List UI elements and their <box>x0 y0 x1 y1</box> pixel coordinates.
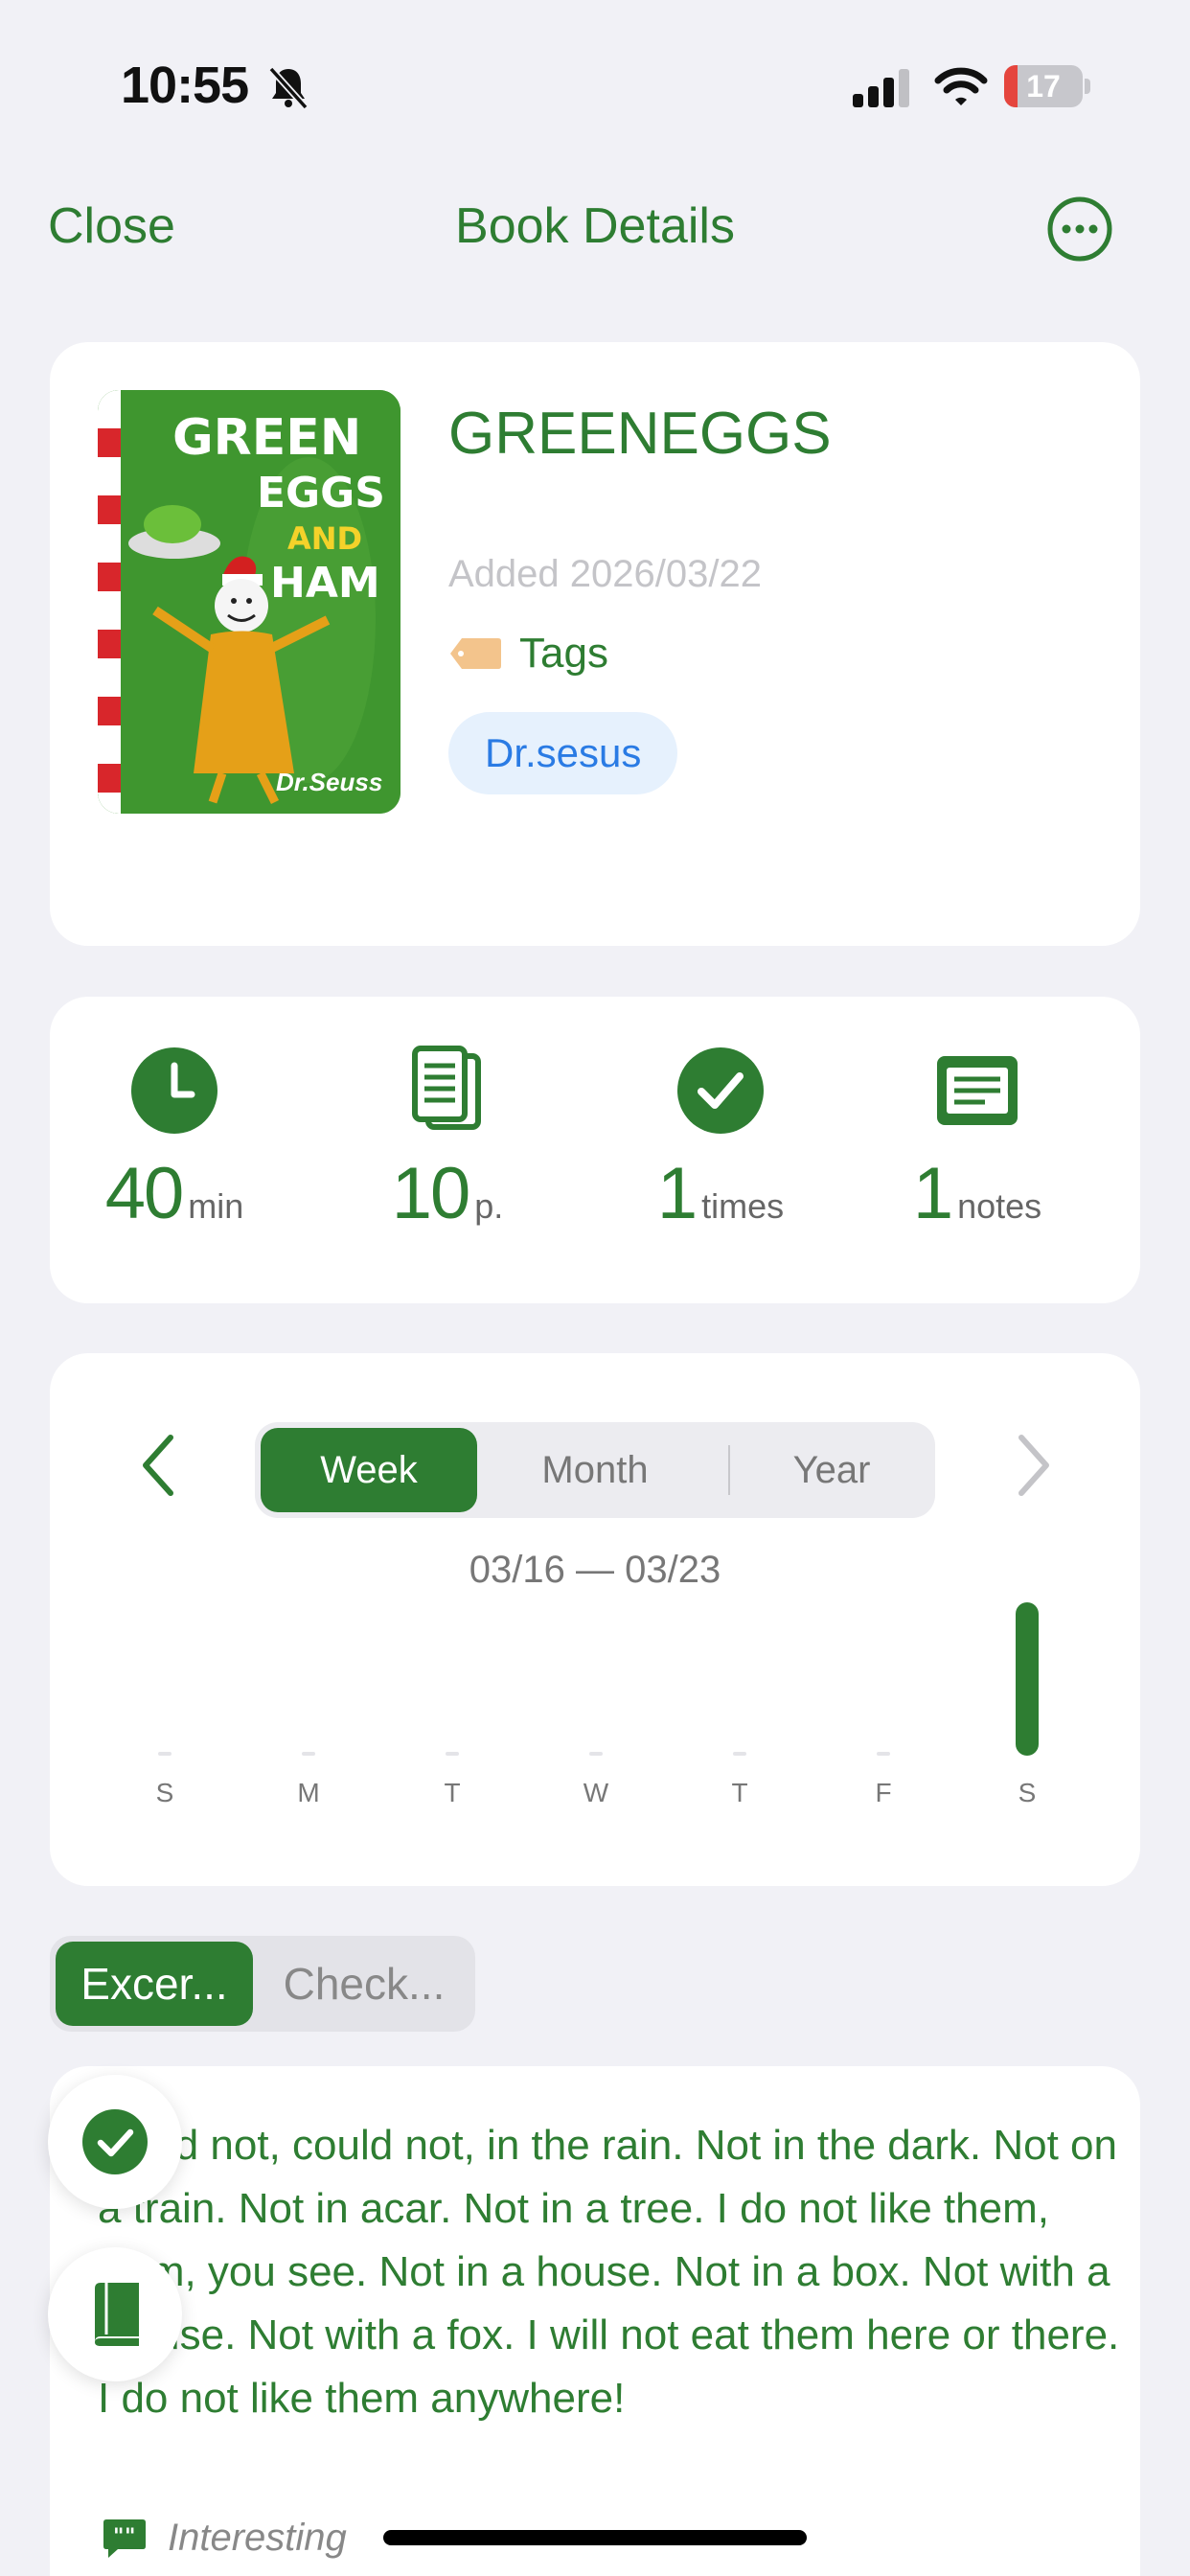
cover-title-line4: HAM <box>270 559 380 608</box>
chart-tick-label: T <box>731 1778 747 1807</box>
cover-author: Dr.Seuss <box>276 768 383 796</box>
quote-bubble-icon: " " <box>103 2518 146 2558</box>
clock-icon <box>131 1047 217 1134</box>
stat-time-unit: min <box>188 1186 244 1226</box>
status-time: 10:55 <box>121 57 249 114</box>
tag-chip[interactable]: Dr.sesus <box>448 712 678 794</box>
tab-excerpts[interactable]: Excer... <box>56 1942 253 2026</box>
book-icon <box>95 2283 139 2346</box>
period-selector: Week Month Year <box>255 1422 935 1518</box>
book-title[interactable]: GREENEGGS <box>448 400 832 468</box>
chart-tick-label: T <box>444 1778 460 1807</box>
close-button[interactable]: Close <box>48 197 175 255</box>
chart-tick-label: S <box>156 1778 174 1807</box>
chart-bar-4 <box>733 1752 746 1756</box>
stat-pages-unit: p. <box>474 1186 504 1226</box>
read-book-fab[interactable] <box>48 2247 182 2381</box>
added-date: Added 2026/03/22 <box>448 553 762 595</box>
note-row: " " Interesting <box>103 2517 347 2560</box>
note-label: Interesting <box>168 2517 347 2559</box>
battery-percentage: 17 <box>1026 69 1061 104</box>
date-range: 03/16 — 03/23 <box>469 1549 721 1591</box>
excerpt-card[interactable]: could not, could not, in the rain. Not i… <box>50 2066 1140 2576</box>
check-circle-icon <box>82 2109 148 2174</box>
stat-notes-value: 1 <box>912 1153 953 1234</box>
chart-tick-label: F <box>875 1778 891 1807</box>
check-circle-icon <box>677 1047 764 1134</box>
svg-text:": " <box>125 2525 135 2549</box>
home-indicator <box>383 2530 807 2545</box>
tags-row[interactable]: Tags <box>448 630 608 678</box>
tab-month[interactable]: Month <box>485 1428 705 1512</box>
tab-week[interactable]: Week <box>261 1428 477 1512</box>
book-info-card: GREEN EGGS AND HAM Dr.Seuss GREENEGGS Ad… <box>50 342 1140 946</box>
chart-tick-label: S <box>1018 1778 1037 1807</box>
stat-pages-value: 10 <box>391 1153 471 1234</box>
battery-indicator: 17 <box>1004 65 1090 107</box>
chart-bar-2 <box>446 1752 459 1756</box>
chart-tick-label: M <box>297 1778 319 1807</box>
svg-text:": " <box>113 2525 124 2549</box>
ellipsis-circle-icon[interactable] <box>1046 196 1113 263</box>
chart-bar-0 <box>158 1752 172 1756</box>
chart-tick-label: W <box>584 1778 609 1807</box>
chart-bar-3 <box>589 1752 603 1756</box>
wifi-icon <box>934 67 988 105</box>
notes-icon <box>937 1056 1018 1125</box>
excerpt-text: could not, could not, in the rain. Not i… <box>98 2122 1120 2422</box>
chart-bar-5 <box>877 1752 890 1756</box>
chart-bar-1 <box>302 1752 315 1756</box>
stat-pages: 10 p. <box>323 1045 572 1235</box>
weekly-reading-chart: SMTWTFS <box>156 1602 1039 1807</box>
reading-chart-card: Week Month Year 03/16 — 03/23 S M T W T F S <box>50 1353 1140 1886</box>
tag-icon <box>450 638 501 669</box>
cover-title-line1: GREEN <box>172 409 362 467</box>
pages-icon <box>412 1046 481 1130</box>
tags-label: Tags <box>519 630 608 677</box>
page-title: Book Details <box>455 198 735 254</box>
stat-times: 1 times <box>596 1045 845 1235</box>
content-tabs: Excer... Check... <box>50 1936 475 2032</box>
stat-notes: 1 notes <box>853 1045 1102 1235</box>
tab-year[interactable]: Year <box>734 1428 929 1512</box>
chevron-left-icon[interactable] <box>136 1432 184 1499</box>
stat-times-value: 1 <box>656 1153 698 1234</box>
checkin-fab[interactable] <box>48 2075 182 2209</box>
chart-bar-6 <box>1016 1602 1039 1756</box>
bell-slash-icon <box>268 66 309 110</box>
cover-title-line2: EGGS <box>257 469 385 518</box>
chevron-right-icon[interactable] <box>1008 1432 1056 1499</box>
stat-times-unit: times <box>701 1186 785 1226</box>
book-cover-image[interactable]: GREEN EGGS AND HAM Dr.Seuss <box>98 390 400 814</box>
stat-time: 40 min <box>50 1045 299 1235</box>
stat-time-value: 40 <box>104 1153 185 1234</box>
tab-checkins[interactable]: Check... <box>259 1942 469 2026</box>
cover-title-line3: AND <box>287 520 363 557</box>
stat-notes-unit: notes <box>957 1186 1042 1226</box>
cellular-signal-icon <box>853 69 909 107</box>
reading-stats-card: 40 min 10 p. 1 times 1 notes <box>50 997 1140 1303</box>
